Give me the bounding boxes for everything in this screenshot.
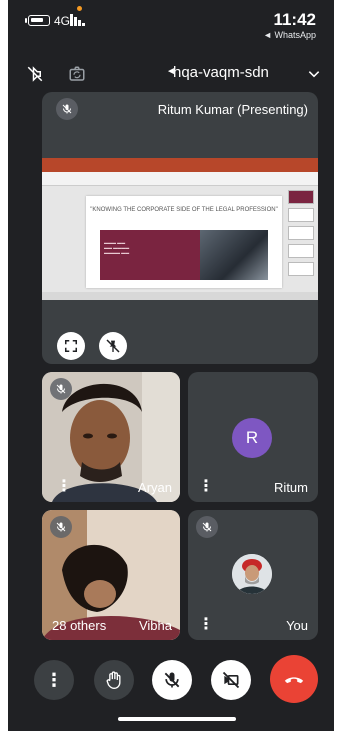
- presenter-muted-badge: [56, 98, 78, 120]
- avatar: [232, 554, 272, 594]
- participant-tile-aryan[interactable]: ⋮ Aryan: [42, 372, 180, 502]
- aryan-muted-badge: [50, 378, 72, 400]
- meeting-details-button[interactable]: [304, 64, 324, 84]
- raise-hand-button[interactable]: [94, 660, 134, 700]
- more-vertical-icon: ⋮: [45, 670, 63, 690]
- participant-name: Aryan: [138, 480, 172, 495]
- more-options-button[interactable]: ⋮: [34, 660, 74, 700]
- end-call-icon: [284, 677, 304, 684]
- aryan-more-button[interactable]: ⋮: [56, 479, 72, 495]
- pin-off-icon: [106, 339, 120, 353]
- clock: 11:42: [273, 10, 316, 29]
- participant-name: You: [286, 618, 308, 633]
- avatar-initial: R: [245, 428, 259, 447]
- mic-off-icon: [56, 384, 66, 394]
- network-type: 4G: [54, 14, 71, 28]
- shared-presentation: "KNOWING THE CORPORATE SIDE OF THE LEGAL…: [42, 158, 318, 300]
- profile-photo: [232, 554, 272, 594]
- camera-toggle-button[interactable]: [211, 660, 251, 700]
- recording-indicator: [77, 6, 82, 11]
- chevron-down-icon: [308, 71, 320, 78]
- switch-camera-button[interactable]: [66, 64, 88, 84]
- battery-icon: [28, 15, 50, 26]
- participant-name: Vibha: [138, 618, 172, 633]
- vibha-muted-badge: [50, 516, 72, 538]
- others-count[interactable]: 28 others: [52, 618, 106, 633]
- avatar: R: [232, 418, 272, 458]
- status-bar: 4G 11:42 ◄ WhatsApp: [8, 0, 334, 44]
- current-slide: "KNOWING THE CORPORATE SIDE OF THE LEGAL…: [86, 196, 282, 288]
- you-muted-badge: [196, 516, 218, 538]
- mic-off-icon: [62, 104, 72, 114]
- participant-tile-you[interactable]: ⋮ You: [188, 510, 318, 640]
- back-to-app-link[interactable]: ◄ WhatsApp: [263, 30, 316, 40]
- app-ribbon: [42, 158, 318, 172]
- presenter-label: Ritum Kumar (Presenting): [157, 102, 308, 117]
- meet-screen: 4G 11:42 ◄ WhatsApp ◄ hqa-vaqm-sdn Ritum…: [8, 0, 334, 731]
- end-call-button[interactable]: [270, 655, 318, 703]
- you-more-button[interactable]: ⋮: [198, 617, 214, 633]
- signal-icon: [70, 14, 86, 26]
- microphone-toggle-button[interactable]: [152, 660, 192, 700]
- participant-name: Ritum: [274, 480, 308, 495]
- mic-off-icon: [56, 522, 66, 532]
- fullscreen-button[interactable]: [57, 332, 85, 360]
- switch-camera-icon: [69, 66, 85, 81]
- speaker-off-icon: [27, 66, 43, 82]
- participant-tile-ritum[interactable]: R ⋮ Ritum: [188, 372, 318, 502]
- meeting-code[interactable]: hqa-vaqm-sdn: [173, 64, 269, 81]
- mic-off-icon: [202, 522, 212, 532]
- ritum-more-button[interactable]: ⋮: [198, 479, 214, 495]
- participant-tile-vibha[interactable]: 28 others Vibha: [42, 510, 180, 640]
- slide-title: "KNOWING THE CORPORATE SIDE OF THE LEGAL…: [90, 207, 278, 213]
- mic-off-icon: [164, 672, 180, 688]
- fullscreen-icon: [64, 339, 78, 353]
- slide-thumbnails: [288, 190, 314, 294]
- home-indicator[interactable]: [118, 717, 236, 721]
- camera-off-icon: [222, 671, 240, 689]
- slide-image: [200, 230, 268, 280]
- raise-hand-icon: [106, 671, 121, 690]
- pin-toggle-button[interactable]: [99, 332, 127, 360]
- audio-output-button[interactable]: [24, 64, 46, 84]
